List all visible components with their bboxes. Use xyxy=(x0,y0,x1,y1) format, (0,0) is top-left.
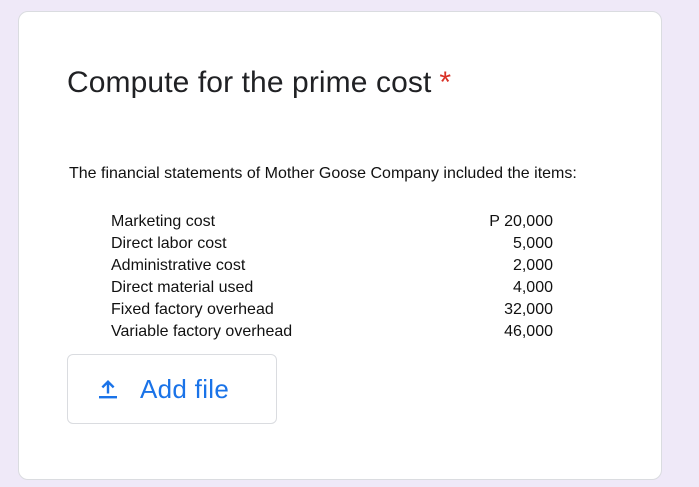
list-item: Variable factory overhead 46,000 xyxy=(111,321,553,343)
question-intro: The financial statements of Mother Goose… xyxy=(69,165,577,182)
item-label: Direct material used xyxy=(111,279,254,296)
required-asterisk: * xyxy=(439,66,452,99)
question-title-text: Compute for the prime cost xyxy=(67,66,432,99)
question-image: The financial statements of Mother Goose… xyxy=(69,162,629,342)
item-amount: P 20,000 xyxy=(489,213,553,230)
question-title: Compute for the prime cost * xyxy=(67,66,451,100)
item-label: Variable factory overhead xyxy=(111,323,293,340)
item-label: Direct labor cost xyxy=(111,235,227,252)
item-label: Administrative cost xyxy=(111,257,246,274)
item-amount: 32,000 xyxy=(504,301,553,318)
cost-items-list: Marketing cost P 20,000 Direct labor cos… xyxy=(111,211,553,343)
add-file-label: Add file xyxy=(140,373,230,404)
list-item: Direct labor cost 5,000 xyxy=(111,233,553,255)
add-file-button[interactable]: Add file xyxy=(67,354,277,424)
item-amount: 2,000 xyxy=(512,257,553,274)
question-card: Compute for the prime cost * The financia… xyxy=(18,11,662,480)
item-amount: 4,000 xyxy=(512,279,553,296)
list-item: Administrative cost 2,000 xyxy=(111,255,553,277)
item-label: Marketing cost xyxy=(111,213,216,230)
list-item: Direct material used 4,000 xyxy=(111,277,553,299)
item-amount: 46,000 xyxy=(504,323,553,340)
upload-icon xyxy=(95,376,121,402)
list-item: Marketing cost P 20,000 xyxy=(111,211,553,233)
list-item: Fixed factory overhead 32,000 xyxy=(111,299,553,321)
item-label: Fixed factory overhead xyxy=(111,301,274,318)
item-amount: 5,000 xyxy=(512,235,553,252)
